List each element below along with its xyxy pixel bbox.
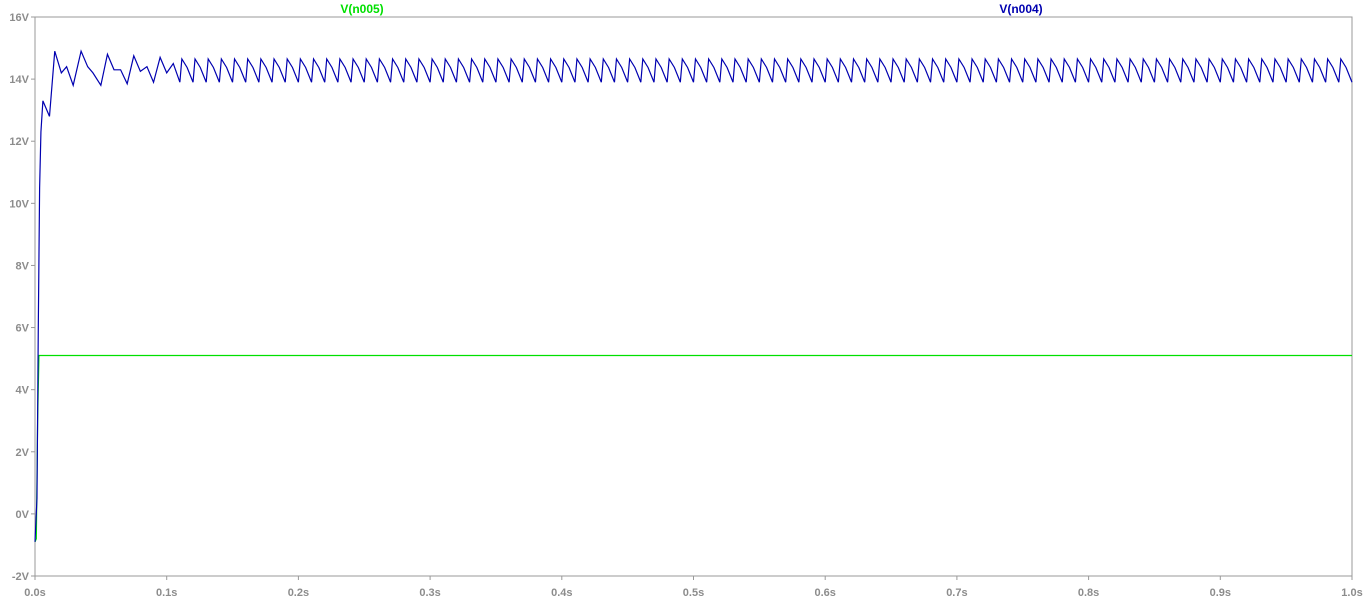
x-tick-label: 0.9s [1210,587,1231,599]
y-tick-label: 12V [9,136,29,148]
x-tick-label: 0.2s [288,587,309,599]
x-tick-label: 0.3s [419,587,440,599]
legend: V(n005) V(n004) [340,2,1042,16]
legend-label-v-n005[interactable]: V(n005) [340,2,383,16]
y-tick-label: 2V [16,447,30,459]
y-tick-label: 6V [16,323,30,335]
x-tick-label: 0.7s [946,587,967,599]
waveform-plot: V(n005) V(n004) -2V 0V 2V 4V 6V 8V 10V 12V 14V 16… [9,2,1363,599]
x-tick-label: 0.6s [814,587,835,599]
y-tick-label: 16V [9,12,29,24]
x-tick-label: 0.8s [1078,587,1099,599]
x-tick-label: 1.0s [1341,587,1362,599]
trace-v-n004[interactable] [34,49,1353,542]
y-tick-label: 4V [16,385,30,397]
trace-v-n005[interactable] [34,354,1352,543]
y-tick-label: 14V [9,74,29,86]
x-tick-label: 0.4s [551,587,572,599]
x-tick-label: 0.5s [683,587,704,599]
x-tick-label: 0.1s [156,587,177,599]
y-tick-label: 0V [16,509,30,521]
y-tick-label: 10V [9,198,29,210]
plot-frame [34,16,1353,577]
traces [34,49,1353,543]
x-axis: 0.0s 0.1s 0.2s 0.3s 0.4s 0.5s 0.6s 0.7s 0.8s 0.9s… [24,576,1363,599]
y-axis: -2V 0V 2V 4V 6V 8V 10V 12V 14V 16V [9,12,35,583]
x-tick-label: 0.0s [24,587,45,599]
y-tick-label: -2V [12,571,30,583]
legend-label-v-n004[interactable]: V(n004) [999,2,1042,16]
y-tick-label: 8V [16,260,30,272]
